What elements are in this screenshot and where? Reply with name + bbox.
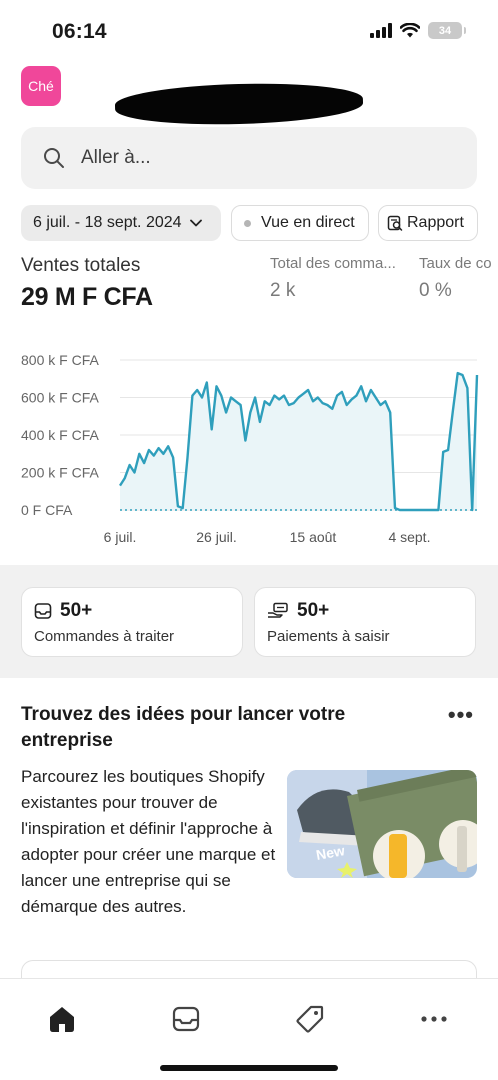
payments-count: 50+ (297, 600, 330, 621)
live-view-button[interactable]: Vue en direct (231, 205, 369, 241)
tab-home[interactable] (42, 999, 82, 1039)
store-avatar[interactable]: Ché (21, 66, 61, 106)
y-tick-label: 0 F CFA (21, 502, 73, 518)
status-time: 06:14 (52, 20, 107, 43)
metric-value: 2 k (270, 280, 296, 301)
home-indicator (160, 1065, 338, 1071)
x-tick-label: 4 sept. (388, 529, 430, 545)
payments-label: Paiements à saisir (267, 628, 390, 645)
chevron-down-icon (189, 219, 202, 227)
status-bar: 06:14 34 (0, 0, 498, 60)
home-icon (50, 1007, 74, 1032)
live-view-label: Vue en direct (261, 214, 355, 231)
date-range-picker[interactable]: 6 juil. - 18 sept. 2024 (21, 205, 221, 241)
y-tick-label: 800 k F CFA (21, 352, 99, 368)
metric-label: Taux de co (419, 255, 492, 272)
more-options-icon[interactable]: ••• (448, 702, 474, 728)
metric-total-sales[interactable]: Ventes totales 29 M F CFA (21, 255, 153, 312)
date-range-label: 6 juil. - 18 sept. 2024 (33, 214, 182, 231)
summary-section: 50+ Commandes à traiter 50+ Paiements à … (0, 565, 498, 678)
redacted-store-name (114, 80, 364, 128)
shop-collage-image: New (287, 770, 477, 878)
more-icon (421, 1016, 447, 1022)
store-avatar-initials: Ché (28, 78, 54, 94)
x-tick-label: 26 juil. (196, 529, 236, 545)
orders-count: 50+ (60, 600, 93, 621)
search-icon (44, 148, 64, 168)
tab-orders[interactable] (166, 999, 206, 1039)
orders-label: Commandes à traiter (34, 628, 175, 645)
bottom-tab-bar (0, 978, 498, 1080)
metric-label: Total des comma... (270, 255, 396, 272)
payments-to-capture-card[interactable]: 50+ Paiements à saisir (254, 587, 476, 657)
inbox-icon (34, 603, 52, 619)
y-tick-label: 400 k F CFA (21, 427, 99, 443)
search-bar[interactable]: Aller à... (21, 127, 477, 189)
sales-line-chart[interactable]: 800 k F CFA 600 k F CFA 400 k F CFA 200 k F… (0, 345, 498, 555)
metric-conversion-rate[interactable]: Taux de co 0 % (419, 255, 498, 302)
status-icons: 34 (370, 22, 466, 39)
tab-more[interactable] (414, 999, 454, 1039)
x-tick-label: 6 juil. (104, 529, 137, 545)
orders-to-process-card[interactable]: 50+ Commandes à traiter (21, 587, 243, 657)
metric-total-orders[interactable]: Total des comma... 2 k (270, 255, 410, 302)
cellular-signal-icon (370, 23, 392, 38)
inbox-icon (172, 1006, 200, 1032)
battery-icon: 34 (428, 22, 466, 39)
report-icon (387, 215, 403, 231)
y-tick-label: 200 k F CFA (21, 465, 99, 481)
tag-icon (296, 1005, 324, 1033)
metric-value: 0 % (419, 280, 452, 301)
y-tick-label: 600 k F CFA (21, 390, 99, 406)
live-status-dot (244, 219, 251, 227)
ideas-body: Parcourez les boutiques Shopify existant… (21, 767, 276, 916)
tab-products[interactable] (290, 999, 330, 1039)
payment-hand-icon (268, 602, 288, 618)
wifi-icon (400, 23, 420, 38)
report-label: Rapport (407, 214, 464, 231)
ideas-card: Trouvez des idées pour lancer votre entr… (0, 678, 498, 990)
metric-value: 29 M F CFA (21, 283, 153, 311)
series-area (120, 373, 477, 510)
x-tick-label: 15 août (290, 529, 337, 545)
ideas-illustration[interactable]: New (287, 770, 477, 878)
battery-level: 34 (438, 24, 452, 37)
metric-label: Ventes totales (21, 255, 141, 276)
report-button[interactable]: Rapport (378, 205, 478, 241)
ideas-title: Trouvez des idées pour lancer votre entr… (21, 704, 346, 751)
search-placeholder: Aller à... (81, 147, 151, 168)
